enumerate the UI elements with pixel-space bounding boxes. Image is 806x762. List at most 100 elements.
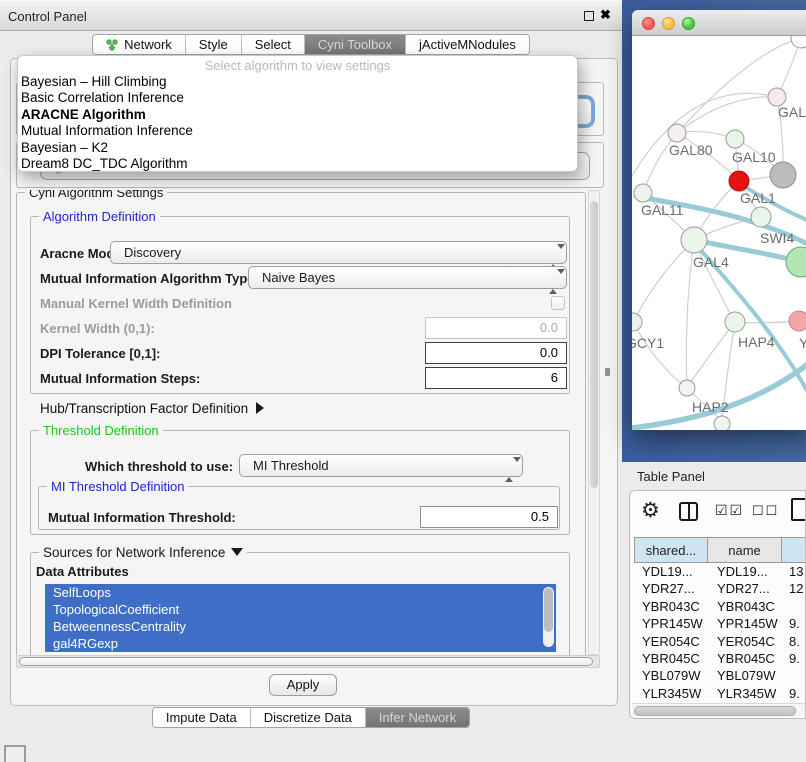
- column-header-partial[interactable]: [782, 537, 806, 563]
- table-row[interactable]: YPR145W YPR145W 9.: [634, 615, 806, 632]
- column-header-name[interactable]: name: [708, 537, 782, 563]
- popup-item-basic-correlation[interactable]: Basic Correlation Inference: [18, 90, 577, 106]
- gear-icon[interactable]: ⚙: [641, 498, 660, 523]
- cell-shared: YLR345W: [634, 685, 708, 702]
- settings-horizontal-scrollbar-thumb[interactable]: [19, 657, 593, 666]
- table-header-row: shared... name: [634, 537, 806, 563]
- popup-item-bayesian-k2[interactable]: Bayesian – K2: [18, 140, 577, 156]
- minimized-panel-icon[interactable]: [4, 745, 26, 762]
- tab-network[interactable]: Network: [93, 35, 186, 54]
- cell-name: YBR045C: [708, 650, 782, 667]
- network-window[interactable]: GAL GAL80 GAL10 GAL1 SWI4 GAL11 GAL4 GCY…: [632, 10, 806, 430]
- list-item-gal4rgexp[interactable]: gal4RGexp: [45, 635, 556, 652]
- network-node-gal1[interactable]: [729, 171, 749, 191]
- table-row[interactable]: YDR27... YDR27... 12: [634, 580, 806, 597]
- table-panel: ⚙ ☑☑ ☐☐ shared... name YDL19... YDL19...…: [629, 490, 806, 719]
- settings-viewport: Cyni Algorithm Settings Algorithm Defini…: [16, 190, 588, 655]
- algorithm-dropdown-popup: Select algorithm to view settings Bayesi…: [17, 55, 578, 172]
- table-row[interactable]: YBL079W YBL079W: [634, 667, 806, 684]
- tab-cyni-toolbox[interactable]: Cyni Toolbox: [305, 35, 406, 54]
- mi-type-combobox[interactable]: Naive Bayes: [248, 266, 567, 289]
- columns-icon[interactable]: [679, 502, 698, 521]
- settings-vertical-scrollbar-thumb[interactable]: [590, 201, 598, 488]
- attributes-scrollbar-thumb[interactable]: [544, 588, 553, 632]
- bottom-tabbar: Impute Data Discretize Data Infer Networ…: [0, 707, 622, 731]
- float-window-icon[interactable]: [584, 11, 594, 21]
- popup-item-aracne[interactable]: ARACNE Algorithm: [18, 107, 577, 123]
- popup-item-bayesian-hill-climbing[interactable]: Bayesian – Hill Climbing: [18, 74, 577, 90]
- document-icon[interactable]: [791, 498, 806, 521]
- tab-style[interactable]: Style: [186, 35, 242, 54]
- network-node[interactable]: [791, 36, 806, 48]
- tab-select[interactable]: Select: [242, 35, 305, 54]
- close-traffic-icon[interactable]: [642, 17, 655, 30]
- select-all-checks-icon[interactable]: ☑☑: [715, 502, 744, 519]
- table-row[interactable]: YBR045C YBR045C 9.: [634, 650, 806, 667]
- tab-select-label: Select: [255, 37, 291, 52]
- zoom-traffic-icon[interactable]: [682, 17, 695, 30]
- node-label-swi4: SWI4: [760, 230, 794, 246]
- aracne-mode-combobox[interactable]: Discovery: [110, 241, 567, 264]
- mi-threshold-label: Mutual Information Threshold:: [48, 510, 236, 525]
- tab-impute-data-label: Impute Data: [166, 710, 237, 725]
- popup-item-dream8[interactable]: Dream8 DC_TDC Algorithm: [18, 156, 577, 172]
- which-threshold-combobox[interactable]: MI Threshold: [239, 454, 523, 477]
- kernel-width-field[interactable]: 0.0: [425, 317, 567, 339]
- tab-impute-data[interactable]: Impute Data: [153, 708, 251, 727]
- deselect-all-checks-icon[interactable]: ☐☐: [752, 503, 779, 519]
- list-item-betweennesscentrality[interactable]: BetweennessCentrality: [45, 618, 556, 635]
- node-label-gal: GAL: [778, 104, 806, 120]
- dpi-tolerance-field[interactable]: 0.0: [425, 342, 567, 364]
- node-label-y: Y: [799, 335, 806, 351]
- table-row[interactable]: YBR043C YBR043C: [634, 598, 806, 615]
- network-node-gal11[interactable]: [634, 184, 652, 202]
- settings-horizontal-scrollbar[interactable]: [16, 655, 600, 668]
- list-item-topologicalcoefficient[interactable]: TopologicalCoefficient: [45, 601, 556, 618]
- network-node-gcy1[interactable]: [632, 313, 642, 331]
- hub-definition-toggle[interactable]: Hub/Transcription Factor Definition: [40, 401, 264, 416]
- mi-steps-field[interactable]: 6: [425, 367, 567, 389]
- node-label-gal10: GAL10: [732, 149, 776, 165]
- table-horizontal-scrollbar[interactable]: [632, 703, 805, 716]
- network-node[interactable]: [714, 416, 730, 430]
- manual-kernel-checkbox[interactable]: [551, 296, 565, 310]
- dpi-tolerance-label: DPI Tolerance [0,1]:: [40, 346, 160, 361]
- table-horizontal-scrollbar-thumb[interactable]: [634, 706, 796, 716]
- column-header-shared[interactable]: shared...: [634, 537, 708, 563]
- attributes-scrollbar[interactable]: [543, 587, 554, 647]
- network-canvas[interactable]: GAL GAL80 GAL10 GAL1 SWI4 GAL11 GAL4 GCY…: [632, 36, 806, 430]
- network-window-titlebar[interactable]: [632, 10, 806, 36]
- network-node-hap2[interactable]: [679, 380, 695, 396]
- table-body: YDL19... YDL19... 13 YDR27... YDR27... 1…: [634, 563, 806, 719]
- split-divider-grip[interactable]: [605, 368, 610, 376]
- list-item-selfloops[interactable]: SelfLoops: [45, 584, 556, 601]
- threshold-definition-legend: Threshold Definition: [39, 423, 163, 438]
- aracne-mode-value: Discovery: [124, 245, 181, 260]
- node-label-gal1: GAL1: [740, 190, 776, 206]
- tab-discretize-data[interactable]: Discretize Data: [251, 708, 366, 727]
- expanded-arrow-icon[interactable]: [231, 548, 243, 556]
- tab-infer-network[interactable]: Infer Network: [366, 708, 469, 727]
- tab-jactivemnodules[interactable]: jActiveMNodules: [406, 35, 529, 54]
- cell-shared: YDL19...: [634, 563, 708, 580]
- network-node-gal80[interactable]: [668, 124, 686, 142]
- table-row[interactable]: YLR345W YLR345W 9.: [634, 685, 806, 702]
- network-node-hap4[interactable]: [725, 312, 745, 332]
- popup-item-mutual-information[interactable]: Mutual Information Inference: [18, 123, 577, 139]
- network-node-swi4[interactable]: [751, 207, 771, 227]
- network-node-gal4[interactable]: [681, 227, 707, 253]
- network-node-gal10[interactable]: [726, 130, 744, 148]
- network-node-gray[interactable]: [770, 162, 796, 188]
- mi-threshold-field[interactable]: 0.5: [420, 506, 558, 528]
- table-row[interactable]: YER054C YER054C 8.: [634, 633, 806, 650]
- algorithm-definition-legend: Algorithm Definition: [39, 209, 160, 224]
- minimize-traffic-icon[interactable]: [662, 17, 675, 30]
- close-icon[interactable]: ✖: [600, 7, 611, 23]
- table-row[interactable]: YDL19... YDL19... 13: [634, 563, 806, 580]
- settings-vertical-scrollbar[interactable]: [588, 190, 600, 655]
- network-node-green-large[interactable]: [786, 247, 806, 277]
- network-node-salmon[interactable]: [789, 311, 806, 331]
- cell-name: YPR145W: [708, 615, 782, 632]
- cell-value: 13: [782, 563, 806, 580]
- apply-button[interactable]: Apply: [269, 674, 337, 696]
